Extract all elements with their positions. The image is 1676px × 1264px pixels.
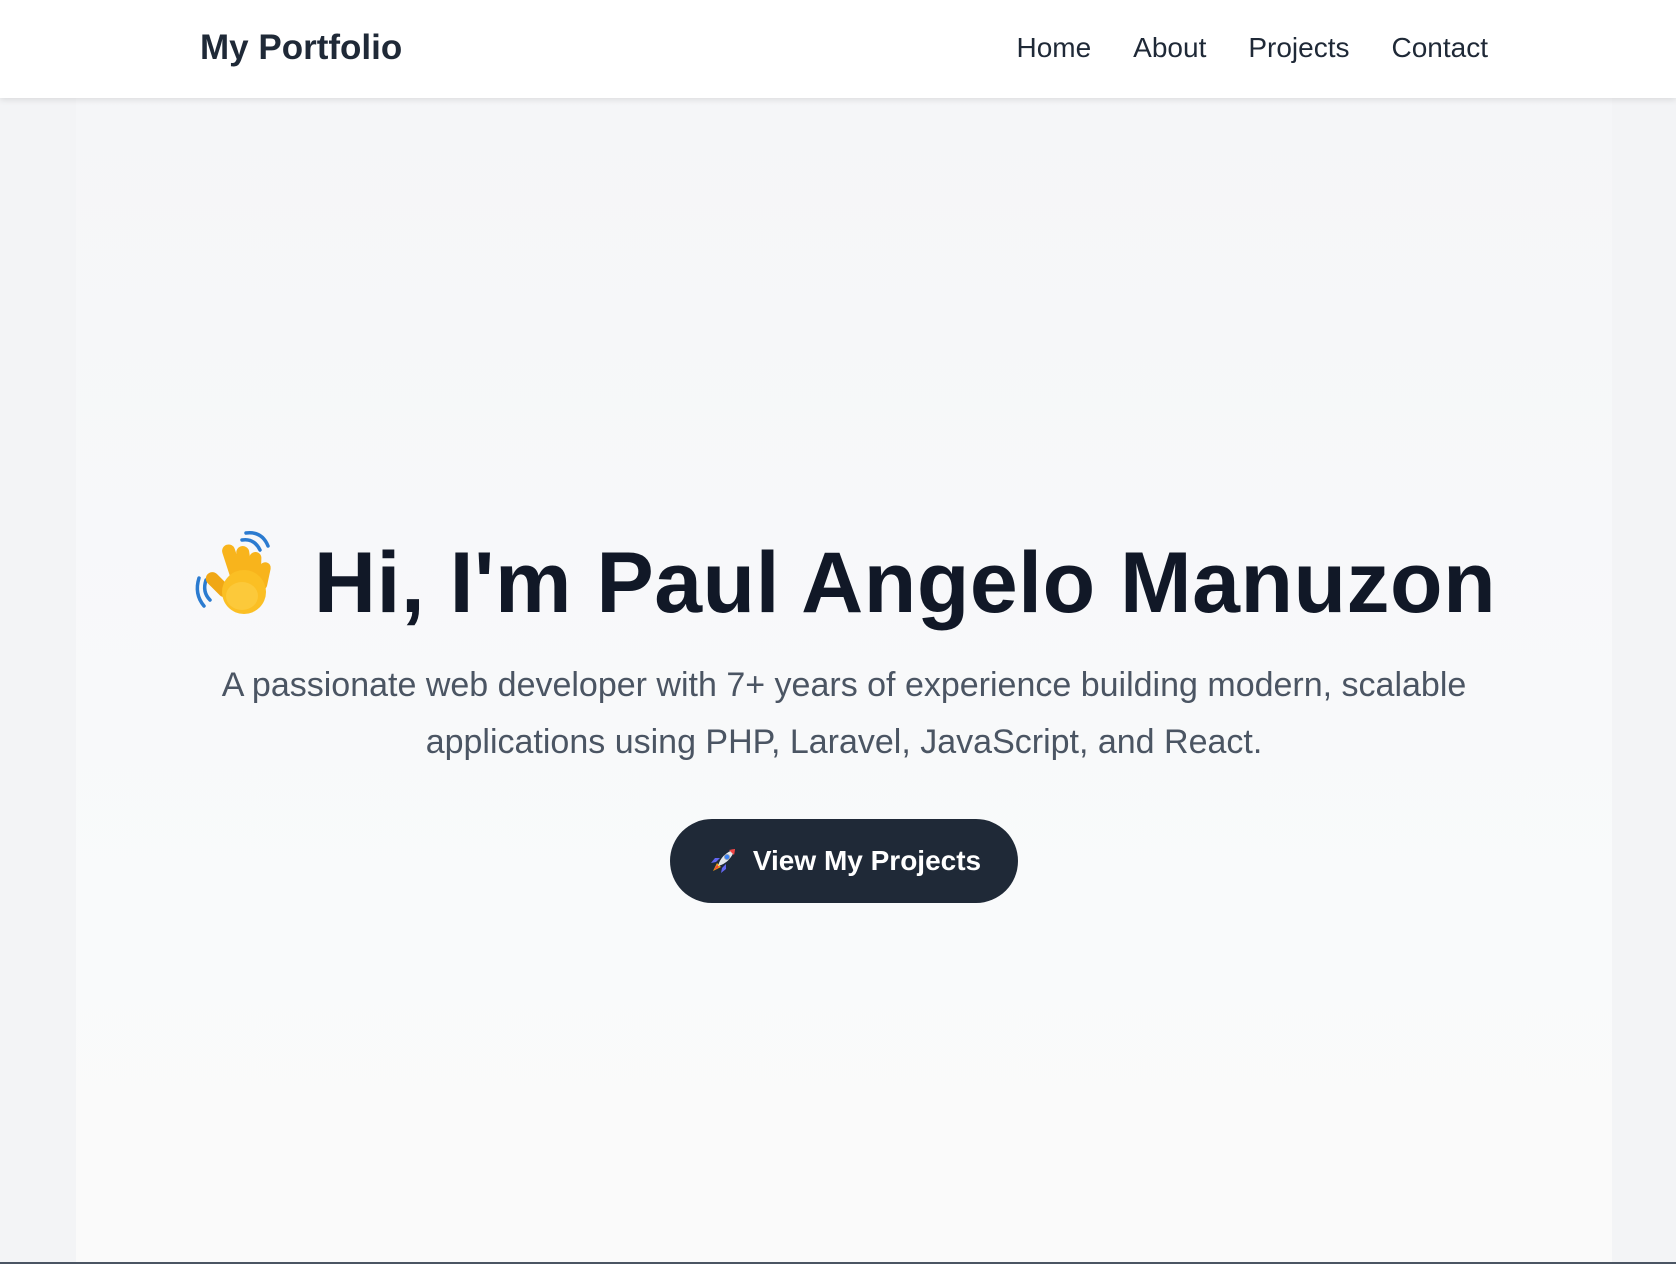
hero-subtitle: A passionate web developer with 7+ years… [221,666,1467,761]
nav-item-contact: Contact [1392,28,1489,68]
nav-link-home[interactable]: Home [1016,32,1091,63]
hero-title-text: Hi, I'm Paul Angelo Manuzon [313,535,1497,631]
nav-item-about: About [1133,28,1206,68]
hero-title: Hi, I'm Paul Angelo Manuzon [76,530,1612,635]
nav-menu: Home About Projects Contact [1016,28,1488,68]
navbar: My Portfolio Home About Projects Contact [0,0,1676,98]
brand-logo[interactable]: My Portfolio [200,26,402,70]
waving-hand-icon [192,530,284,622]
nav-link-contact[interactable]: Contact [1392,32,1489,63]
nav-item-home: Home [1016,28,1091,68]
nav-link-about[interactable]: About [1133,32,1206,63]
view-projects-button[interactable]: View My Projects [670,819,1018,903]
rocket-icon [707,845,739,877]
hero-content: Hi, I'm Paul Angelo Manuzon A passionate… [76,530,1612,903]
nav-link-projects[interactable]: Projects [1248,32,1349,63]
view-projects-label: View My Projects [752,845,982,876]
nav-item-projects: Projects [1248,28,1349,68]
hero-section: Hi, I'm Paul Angelo Manuzon A passionate… [76,98,1612,1264]
